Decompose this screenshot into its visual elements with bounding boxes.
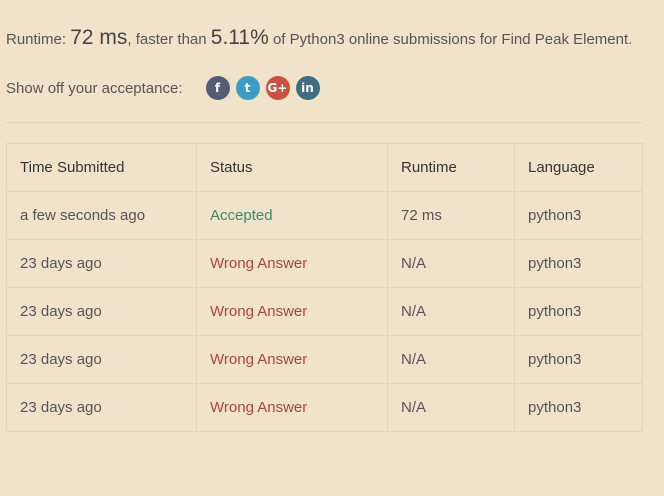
cell-status[interactable]: Wrong Answer xyxy=(196,287,388,336)
header-runtime[interactable]: Runtime xyxy=(387,143,515,192)
runtime-prefix: Runtime: xyxy=(6,31,71,48)
header-language[interactable]: Language xyxy=(514,143,643,192)
cell-status[interactable]: Wrong Answer xyxy=(196,239,388,288)
runtime-value: 72 ms xyxy=(70,26,128,49)
cell-runtime: N/A xyxy=(387,335,515,384)
cell-language: python3 xyxy=(514,287,643,336)
table-row: a few seconds ago Accepted 72 ms python3 xyxy=(6,191,643,240)
table-row: 23 days ago Wrong Answer N/A python3 xyxy=(6,239,643,288)
cell-time-submitted: a few seconds ago xyxy=(6,191,197,240)
table-header-row: Time Submitted Status Runtime Language xyxy=(6,143,643,192)
cell-time-submitted: 23 days ago xyxy=(6,287,197,336)
cell-time-submitted: 23 days ago xyxy=(6,239,197,288)
divider xyxy=(6,122,642,123)
share-section: Show off your acceptance: f t G+ in xyxy=(6,74,320,102)
share-icons: f t G+ in xyxy=(205,76,320,100)
runtime-summary: Runtime: 72 ms, faster than 5.11% of Pyt… xyxy=(6,24,632,54)
google-plus-icon[interactable]: G+ xyxy=(265,76,290,100)
linkedin-icon[interactable]: in xyxy=(295,76,320,100)
header-status[interactable]: Status xyxy=(196,143,388,192)
percentile-value: 5.11% xyxy=(210,26,269,49)
header-time-submitted[interactable]: Time Submitted xyxy=(6,143,197,192)
runtime-suffix: of Python3 online submissions for Find P… xyxy=(268,31,633,48)
cell-runtime: N/A xyxy=(387,287,515,336)
cell-time-submitted: 23 days ago xyxy=(6,383,197,432)
cell-status[interactable]: Wrong Answer xyxy=(196,383,388,432)
cell-runtime: 72 ms xyxy=(387,191,515,240)
cell-status[interactable]: Accepted xyxy=(196,191,388,240)
facebook-icon[interactable]: f xyxy=(205,76,230,100)
cell-runtime: N/A xyxy=(387,383,515,432)
cell-status[interactable]: Wrong Answer xyxy=(196,335,388,384)
twitter-icon[interactable]: t xyxy=(235,76,260,100)
table-row: 23 days ago Wrong Answer N/A python3 xyxy=(6,287,643,336)
cell-language: python3 xyxy=(514,335,643,384)
table-row: 23 days ago Wrong Answer N/A python3 xyxy=(6,335,643,384)
faster-than-text: , faster than xyxy=(127,31,211,48)
cell-language: python3 xyxy=(514,191,643,240)
submissions-table: Time Submitted Status Runtime Language a… xyxy=(6,143,643,432)
share-label: Show off your acceptance: xyxy=(6,79,183,97)
cell-language: python3 xyxy=(514,239,643,288)
cell-language: python3 xyxy=(514,383,643,432)
table-row: 23 days ago Wrong Answer N/A python3 xyxy=(6,383,643,432)
cell-time-submitted: 23 days ago xyxy=(6,335,197,384)
cell-runtime: N/A xyxy=(387,239,515,288)
